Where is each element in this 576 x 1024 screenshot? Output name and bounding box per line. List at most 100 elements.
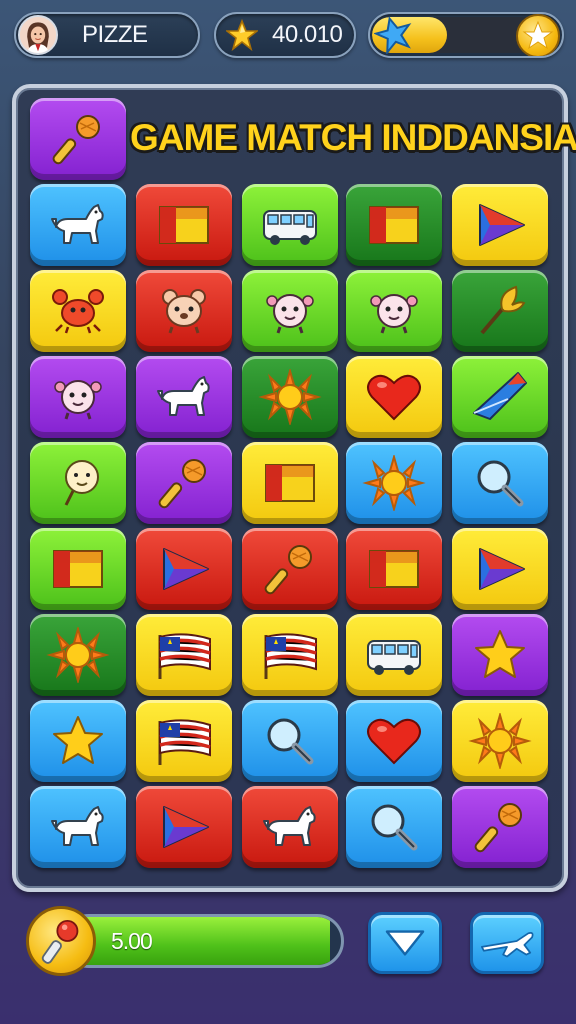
tile-bear[interactable] [136,270,232,352]
tile-dog[interactable] [30,786,126,868]
tile-sun[interactable] [242,356,338,438]
dog-icon [157,376,210,416]
tile-microphone[interactable] [452,786,548,868]
bottom-progress-bar: 5.00 [62,914,344,968]
bottom-progress-fill [65,917,330,965]
chevron-down-icon [385,930,425,956]
sun-icon [258,369,322,425]
magnifier-icon [267,718,314,765]
play-icon [479,548,525,590]
striped-flag-icon [158,719,211,765]
tile-heart[interactable] [346,700,442,782]
tile-play[interactable] [136,786,232,868]
airplane-icon [480,931,534,958]
lollipop-icon [64,460,99,506]
tile-flag[interactable] [346,528,442,610]
play-icon [163,806,209,848]
tile-flag[interactable] [136,184,232,266]
play-icon [479,204,525,246]
tile-play[interactable] [452,528,548,610]
tile-microphone[interactable] [30,98,126,180]
star-icon [226,19,258,51]
avatar[interactable] [18,15,58,55]
tile-bus[interactable] [346,614,442,696]
tile-star[interactable] [30,700,126,782]
tile-striped-flag[interactable] [242,614,338,696]
tile-sun[interactable] [452,700,548,782]
level-progress-panel [368,12,564,58]
tile-play[interactable] [452,184,548,266]
dog-icon [51,806,104,846]
tile-play[interactable] [136,528,232,610]
heart-icon [367,374,421,421]
tile-heart[interactable] [346,356,442,438]
tile-magnifier[interactable] [346,786,442,868]
flag-icon [159,206,209,244]
score-panel: 40.010 [214,12,356,58]
flag-icon [369,206,419,244]
flag-icon [369,550,419,588]
bus-icon [263,210,317,245]
flag-icon [53,550,103,588]
creature-icon [370,294,418,334]
board-title: GAME MATCH INDDANSIA [130,117,576,158]
progress-value: 5.00 [111,928,153,954]
down-arrow-button[interactable] [368,912,442,974]
tile-magnifier[interactable] [452,442,548,524]
sun-icon [468,713,532,769]
tile-microphone[interactable] [136,442,232,524]
tile-sun[interactable] [30,614,126,696]
tile-bus[interactable] [242,184,338,266]
heart-icon [367,718,421,765]
score-value: 40.010 [272,21,343,48]
microphone-icon [158,459,206,509]
player-name: PIZZE [82,21,148,48]
tile-creature[interactable] [242,270,338,352]
striped-flag-icon [158,633,211,679]
tile-sun[interactable] [346,442,442,524]
player-panel[interactable]: PIZZE [14,12,200,58]
tile-dog[interactable] [136,356,232,438]
microphone-icon [264,545,312,595]
tile-crab[interactable] [30,270,126,352]
kite-icon [473,372,527,420]
magnifier-icon [477,460,524,507]
microphone-icon [474,803,522,853]
star-icon [522,20,554,50]
tile-dog[interactable] [242,786,338,868]
sun-icon [46,627,110,683]
microphone-icon [41,919,79,964]
bus-icon [367,640,421,675]
star-icon [475,630,525,678]
tile-flag[interactable] [346,184,442,266]
magnifier-icon [371,804,418,851]
flag-icon [265,464,315,502]
dog-icon [51,204,104,244]
crab-icon [52,289,104,334]
tile-microphone[interactable] [242,528,338,610]
level-star-badge[interactable] [516,14,560,56]
dog-icon [263,806,316,846]
tile-magnifier[interactable] [242,700,338,782]
tile-lollipop[interactable] [30,442,126,524]
tile-flag[interactable] [242,442,338,524]
microphone-booster-button[interactable] [26,906,96,976]
star-icon [53,716,103,764]
tile-torch[interactable] [452,270,548,352]
tile-creature[interactable] [30,356,126,438]
tile-dog[interactable] [30,184,126,266]
tile-flag[interactable] [30,528,126,610]
star-icon [374,16,412,54]
tile-creature[interactable] [346,270,442,352]
creature-icon [266,294,314,334]
striped-flag-icon [264,633,317,679]
tile-striped-flag[interactable] [136,700,232,782]
play-icon [163,548,209,590]
creature-icon [54,380,102,420]
tile-star[interactable] [452,614,548,696]
torch-icon [480,285,526,335]
bear-icon [162,289,206,334]
tile-kite[interactable] [452,356,548,438]
tile-striped-flag[interactable] [136,614,232,696]
plane-button[interactable] [470,912,544,974]
